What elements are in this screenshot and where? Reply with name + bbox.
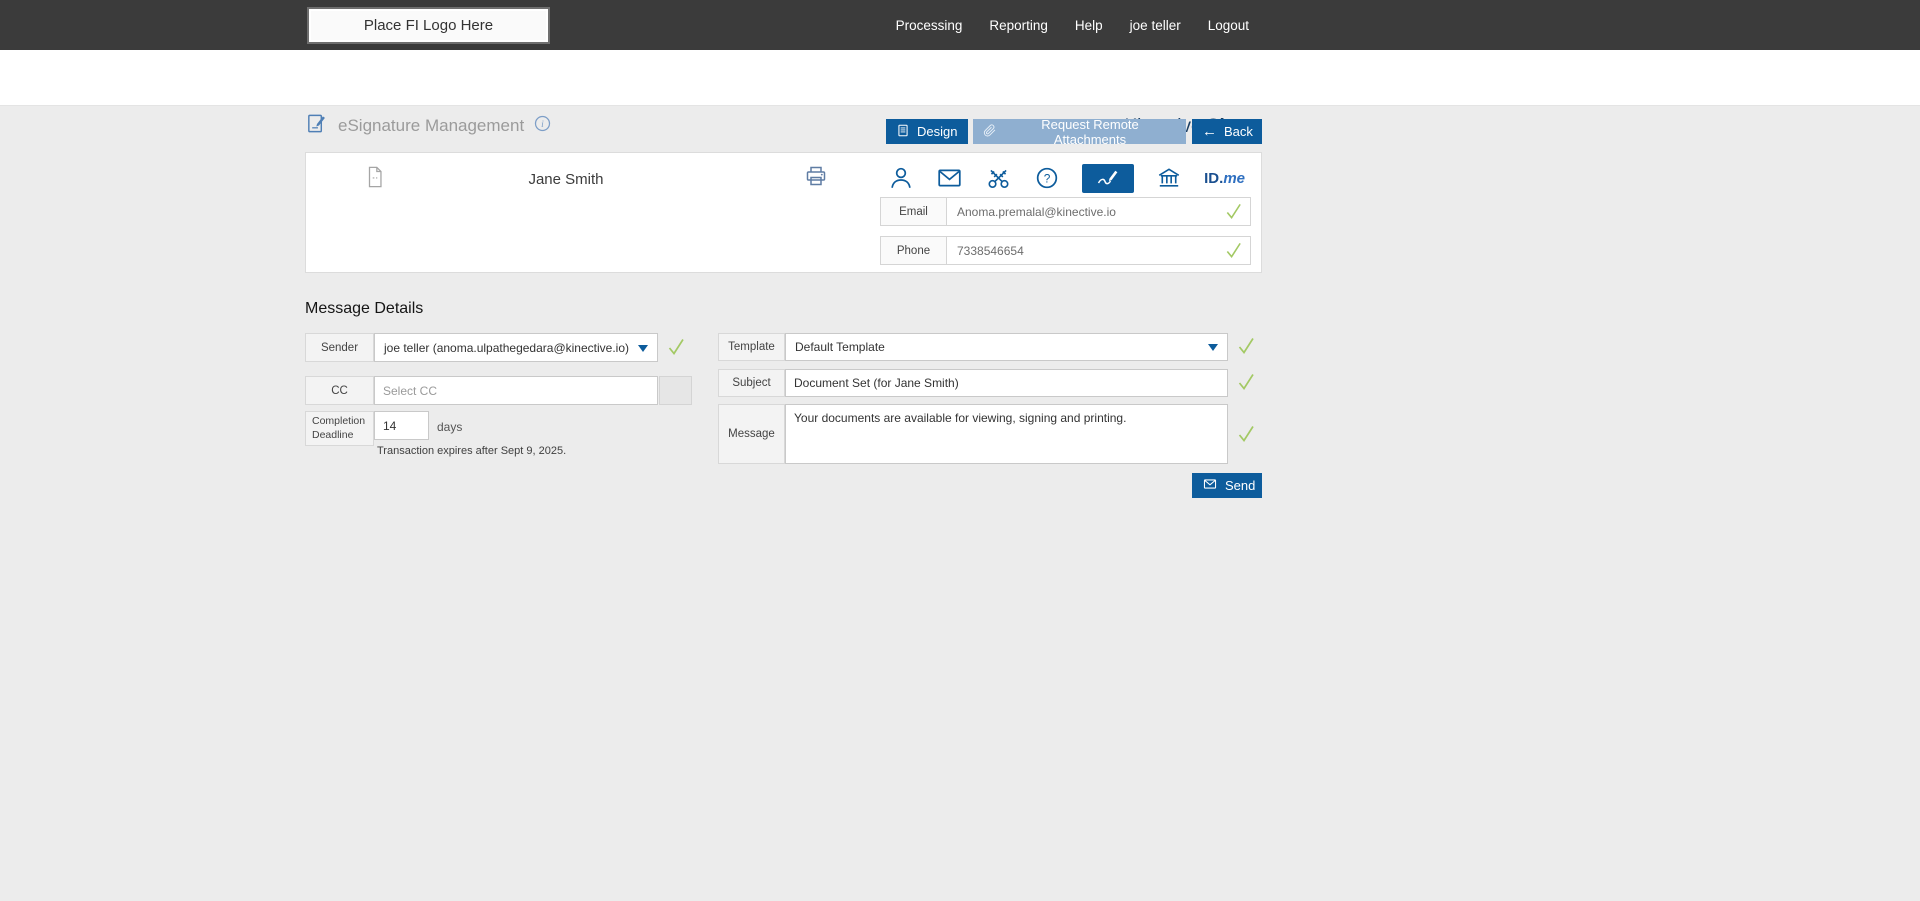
sender-label: Sender bbox=[305, 333, 374, 362]
keys-icon[interactable] bbox=[985, 165, 1012, 191]
app-header: eSignature Management i Kinective Sign bbox=[0, 50, 1920, 106]
esignature-pen-icon-selected[interactable] bbox=[1082, 164, 1134, 193]
deadline-label-line2: Deadline bbox=[312, 429, 353, 441]
nav-logout[interactable]: Logout bbox=[1208, 18, 1249, 33]
paperclip-icon bbox=[983, 123, 997, 141]
person-icon[interactable] bbox=[888, 165, 914, 191]
template-valid-check-icon bbox=[1236, 336, 1256, 356]
send-envelope-icon bbox=[1202, 477, 1218, 494]
email-value[interactable]: Anoma.premalal@kinective.io bbox=[947, 198, 1216, 225]
fi-logo-text: Place FI Logo Here bbox=[364, 17, 493, 34]
design-doc-icon bbox=[896, 123, 910, 141]
sender-valid-check-icon bbox=[666, 337, 686, 357]
page-title: eSignature Management bbox=[338, 116, 524, 136]
message-details-heading: Message Details bbox=[305, 300, 423, 318]
idme-suffix: me bbox=[1223, 170, 1245, 187]
recipient-phone-row: Phone 7338546654 bbox=[880, 236, 1251, 265]
design-button-label: Design bbox=[917, 124, 957, 139]
sender-select[interactable]: joe teller (anoma.ulpathegedara@kinectiv… bbox=[374, 333, 658, 362]
deadline-label-line1: Completion bbox=[312, 415, 365, 427]
subject-valid-check-icon bbox=[1236, 372, 1256, 392]
phone-value[interactable]: 7338546654 bbox=[947, 237, 1216, 264]
message-valid-check-icon bbox=[1236, 424, 1256, 444]
phone-label: Phone bbox=[881, 237, 947, 264]
fi-logo-placeholder[interactable]: Place FI Logo Here bbox=[307, 7, 550, 44]
svg-text:?: ? bbox=[1044, 171, 1051, 185]
template-select[interactable]: Default Template bbox=[785, 333, 1228, 361]
send-button-label: Send bbox=[1225, 478, 1255, 493]
back-button[interactable]: ← Back bbox=[1192, 119, 1262, 144]
esignature-document-icon bbox=[305, 112, 328, 140]
send-button[interactable]: Send bbox=[1192, 473, 1262, 498]
message-textarea[interactable]: Your documents are available for viewing… bbox=[785, 404, 1228, 464]
recipient-document-icon bbox=[364, 164, 386, 195]
top-bar: Place FI Logo Here Processing Reporting … bbox=[0, 0, 1920, 50]
sender-caret-icon bbox=[638, 345, 648, 352]
recipient-name: Jane Smith bbox=[456, 171, 676, 188]
email-valid-check-icon bbox=[1216, 198, 1250, 225]
template-label: Template bbox=[718, 333, 785, 361]
design-button[interactable]: Design bbox=[886, 119, 968, 144]
page: Place FI Logo Here Processing Reporting … bbox=[0, 0, 1920, 901]
email-envelope-icon[interactable] bbox=[936, 165, 963, 191]
nav-processing[interactable]: Processing bbox=[896, 18, 963, 33]
request-remote-attachments-button[interactable]: Request Remote Attachments bbox=[973, 119, 1186, 144]
idme-logo[interactable]: ID.me bbox=[1204, 170, 1245, 187]
back-button-label: Back bbox=[1224, 124, 1253, 139]
sender-selected-value: joe teller (anoma.ulpathegedara@kinectiv… bbox=[384, 341, 629, 355]
signing-method-icons: ? ID.me bbox=[888, 162, 1245, 194]
cc-label: CC bbox=[305, 376, 374, 405]
template-caret-icon bbox=[1208, 344, 1218, 351]
recipient-email-row: Email Anoma.premalal@kinective.io bbox=[880, 197, 1251, 226]
svg-text:i: i bbox=[541, 119, 544, 130]
subject-label: Subject bbox=[718, 369, 785, 397]
nav-user[interactable]: joe teller bbox=[1130, 18, 1181, 33]
bank-branch-icon[interactable] bbox=[1156, 165, 1182, 191]
message-label: Message bbox=[718, 404, 785, 464]
idme-prefix: ID. bbox=[1204, 170, 1223, 187]
cc-input[interactable] bbox=[374, 376, 658, 405]
phone-valid-check-icon bbox=[1216, 237, 1250, 264]
app-title-wrap: eSignature Management i bbox=[305, 112, 551, 140]
cc-action-button[interactable] bbox=[659, 376, 692, 405]
nav-help[interactable]: Help bbox=[1075, 18, 1103, 33]
nav-reporting[interactable]: Reporting bbox=[989, 18, 1048, 33]
back-arrow-icon: ← bbox=[1202, 124, 1217, 139]
request-remote-attachments-label: Request Remote Attachments bbox=[1004, 117, 1176, 147]
completion-deadline-label: Completion Deadline bbox=[305, 411, 374, 446]
recipient-card: Jane Smith bbox=[305, 152, 1262, 273]
printer-icon[interactable] bbox=[804, 164, 828, 193]
template-selected-value: Default Template bbox=[795, 340, 885, 354]
help-circle-icon[interactable]: ? bbox=[1034, 165, 1060, 191]
email-label: Email bbox=[881, 198, 947, 225]
expiry-note: Transaction expires after Sept 9, 2025. bbox=[377, 445, 566, 457]
subject-input[interactable] bbox=[785, 369, 1228, 397]
days-unit-label: days bbox=[437, 420, 462, 434]
top-navigation: Processing Reporting Help joe teller Log… bbox=[896, 0, 1249, 50]
info-icon[interactable]: i bbox=[534, 115, 551, 137]
deadline-days-input[interactable] bbox=[374, 411, 429, 440]
